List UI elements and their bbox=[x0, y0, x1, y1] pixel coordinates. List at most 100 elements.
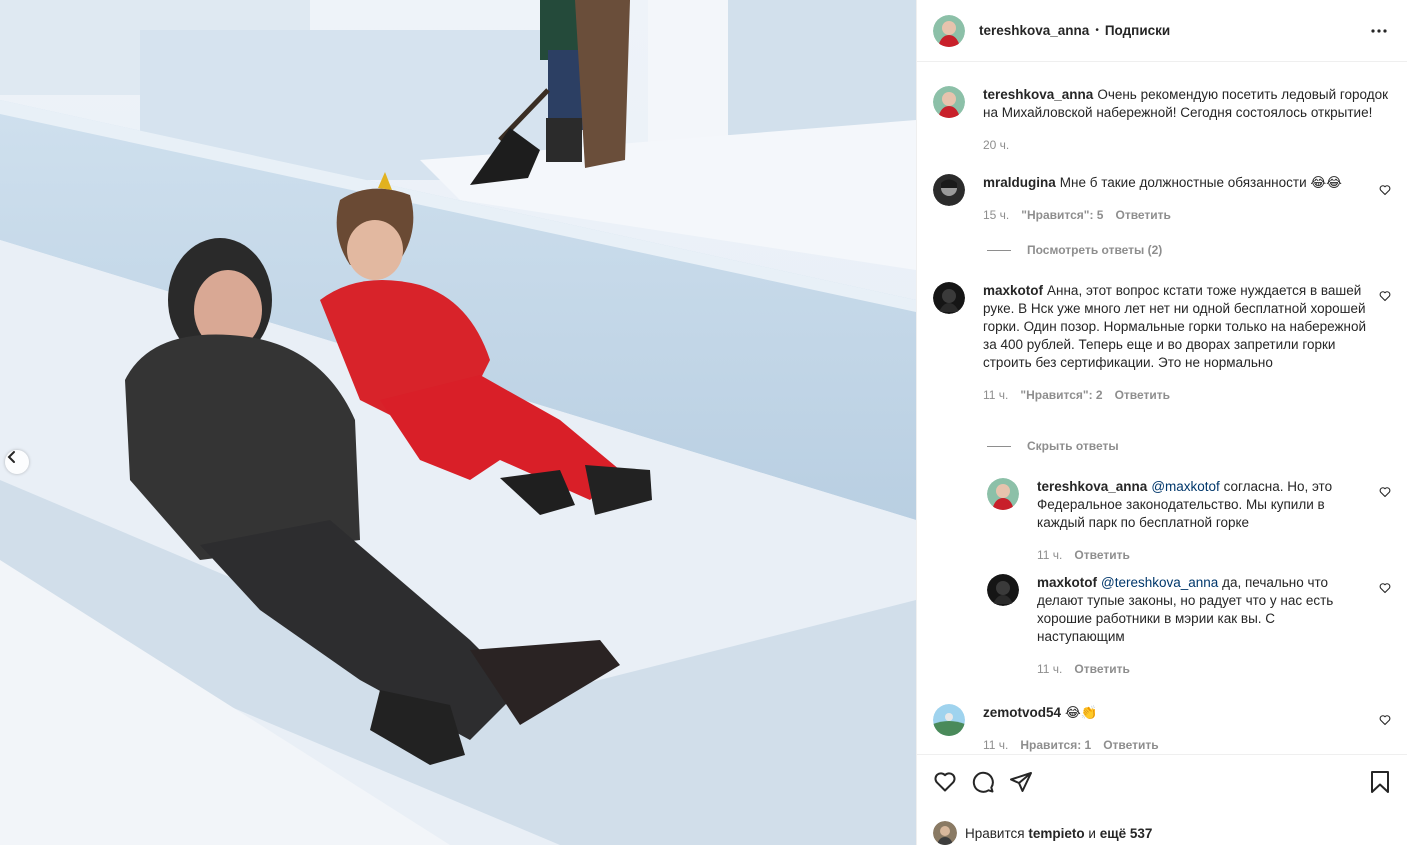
reply-time[interactable]: 11 ч. bbox=[1037, 546, 1062, 564]
reply-meta: 11 ч. Ответить bbox=[1037, 660, 1357, 678]
comment-meta: 11 ч. Нравится: 1 Ответить bbox=[983, 736, 1159, 754]
instagram-post-modal: tereshkova_anna • Подписки tereshkova_an… bbox=[0, 0, 1407, 845]
more-horizontal-icon bbox=[1371, 28, 1387, 33]
comment-body: maxkotof Анна, этот вопрос кстати тоже ну… bbox=[983, 282, 1378, 404]
following-button[interactable]: Подписки bbox=[1105, 23, 1170, 38]
comment-likes[interactable]: "Нравится": 5 bbox=[1021, 206, 1103, 224]
post-actions: Нравится tempieto и ещё 537 bbox=[917, 754, 1407, 845]
heart-icon bbox=[1379, 715, 1391, 726]
comment-item: zemotvod54 😂👏 11 ч. Нравится: 1 Ответить bbox=[933, 704, 1393, 754]
reply-item: maxkotof @tereshkova_anna да, печально чт… bbox=[987, 574, 1393, 678]
comment-likes[interactable]: Нравится: 1 bbox=[1020, 736, 1091, 754]
caption: tereshkova_anna Очень рекомендую посетить… bbox=[933, 86, 1393, 154]
paper-plane-icon bbox=[1010, 772, 1032, 792]
header-username[interactable]: tereshkova_anna bbox=[979, 23, 1089, 38]
comment-item: mraldugina Мне б такие должностные обязан… bbox=[933, 174, 1393, 224]
comment-username[interactable]: maxkotof bbox=[983, 283, 1043, 298]
comment-body: mraldugina Мне б такие должностные обязан… bbox=[983, 174, 1342, 224]
likes-count[interactable]: ещё 537 bbox=[1100, 826, 1153, 841]
reply-body: maxkotof @tereshkova_anna да, печально чт… bbox=[1037, 574, 1357, 678]
reply-button[interactable]: Ответить bbox=[1103, 736, 1158, 754]
view-replies-label: Посмотреть ответы (2) bbox=[1027, 243, 1163, 257]
comment-like-button[interactable] bbox=[1379, 290, 1391, 305]
heart-icon bbox=[934, 772, 956, 792]
reply-like-button[interactable] bbox=[1379, 582, 1391, 597]
avatar-maxkotof bbox=[933, 282, 965, 314]
header-separator: • bbox=[1095, 25, 1099, 36]
reply-item: tereshkova_anna @maxkotof согласна. Но, э… bbox=[987, 478, 1393, 564]
likes-user[interactable]: tempieto bbox=[1028, 826, 1084, 841]
like-button[interactable] bbox=[933, 770, 957, 794]
comment-time[interactable]: 11 ч. bbox=[983, 736, 1008, 754]
reply-username[interactable]: tereshkova_anna bbox=[1037, 479, 1147, 494]
comment-like-button[interactable] bbox=[1379, 714, 1391, 729]
avatar[interactable] bbox=[933, 14, 965, 47]
hide-replies-button[interactable]: Скрыть ответы bbox=[987, 439, 1119, 453]
comment-button[interactable] bbox=[971, 770, 995, 794]
avatar[interactable] bbox=[987, 574, 1019, 606]
comment-like-button[interactable] bbox=[1379, 184, 1391, 199]
thread-line bbox=[987, 249, 1011, 251]
heart-icon bbox=[1379, 583, 1391, 594]
comment-meta: 15 ч. "Нравится": 5 Ответить bbox=[983, 206, 1342, 224]
likes-conj: и bbox=[1088, 825, 1096, 841]
post-media[interactable] bbox=[0, 0, 916, 845]
caption-meta: 20 ч. bbox=[983, 136, 1393, 154]
comment-icon bbox=[972, 771, 994, 793]
avatar[interactable] bbox=[933, 174, 965, 206]
reply-button[interactable]: Ответить bbox=[1115, 386, 1170, 404]
action-row bbox=[933, 767, 1391, 797]
reply-username[interactable]: maxkotof bbox=[1037, 575, 1097, 590]
reply-body: tereshkova_anna @maxkotof согласна. Но, э… bbox=[1037, 478, 1357, 564]
reply-mention[interactable]: @maxkotof bbox=[1151, 479, 1219, 494]
avatar[interactable] bbox=[987, 478, 1019, 510]
chevron-left-icon bbox=[7, 451, 15, 463]
comment-meta: 11 ч. "Нравится": 2 Ответить bbox=[983, 386, 1378, 404]
comment-username[interactable]: mraldugina bbox=[983, 175, 1056, 190]
avatar-tereshkova-anna bbox=[987, 478, 1019, 510]
hide-replies-label: Скрыть ответы bbox=[1027, 439, 1119, 453]
media-photo bbox=[0, 0, 916, 845]
comment-time[interactable]: 11 ч. bbox=[983, 386, 1008, 404]
avatar[interactable] bbox=[933, 282, 965, 314]
comments-list[interactable]: tereshkova_anna Очень рекомендую посетить… bbox=[917, 62, 1407, 754]
bookmark-icon bbox=[1371, 771, 1389, 793]
avatar-zemotvod54 bbox=[933, 704, 965, 736]
comment-time[interactable]: 15 ч. bbox=[983, 206, 1009, 224]
reply-time[interactable]: 11 ч. bbox=[1037, 660, 1062, 678]
save-button[interactable] bbox=[1369, 770, 1391, 794]
avatar[interactable] bbox=[933, 821, 957, 845]
avatar-tempieto bbox=[933, 821, 957, 845]
caption-username[interactable]: tereshkova_anna bbox=[983, 87, 1093, 102]
comment-likes[interactable]: "Нравится": 2 bbox=[1020, 386, 1102, 404]
avatar[interactable] bbox=[933, 86, 965, 118]
view-replies-button[interactable]: Посмотреть ответы (2) bbox=[987, 243, 1162, 257]
thread-line bbox=[987, 445, 1011, 447]
heart-icon bbox=[1379, 487, 1391, 498]
more-options-button[interactable] bbox=[1367, 19, 1391, 43]
reply-button[interactable]: Ответить bbox=[1074, 546, 1129, 564]
reply-button[interactable]: Ответить bbox=[1115, 206, 1170, 224]
carousel-prev-button[interactable] bbox=[5, 450, 29, 474]
reply-like-button[interactable] bbox=[1379, 486, 1391, 501]
avatar-tereshkova-anna bbox=[933, 86, 965, 118]
reply-meta: 11 ч. Ответить bbox=[1037, 546, 1357, 564]
caption-time[interactable]: 20 ч. bbox=[983, 136, 1009, 154]
comment-username[interactable]: zemotvod54 bbox=[983, 705, 1061, 720]
heart-icon bbox=[1379, 185, 1391, 196]
reply-mention[interactable]: @tereshkova_anna bbox=[1101, 575, 1218, 590]
comment-text: Мне б такие должностные обязанности 😂😂 bbox=[1059, 175, 1342, 190]
avatar-tereshkova-anna bbox=[933, 14, 965, 47]
avatar-maxkotof bbox=[987, 574, 1019, 606]
likes-prefix: Нравится bbox=[965, 825, 1025, 841]
likes-summary: Нравится tempieto и ещё 537 bbox=[933, 821, 1391, 845]
avatar[interactable] bbox=[933, 704, 965, 736]
reply-button[interactable]: Ответить bbox=[1074, 660, 1129, 678]
comment-body: zemotvod54 😂👏 11 ч. Нравится: 1 Ответить bbox=[983, 704, 1159, 754]
post-header: tereshkova_anna • Подписки bbox=[917, 0, 1407, 62]
caption-body: tereshkova_anna Очень рекомендую посетить… bbox=[983, 86, 1393, 154]
heart-icon bbox=[1379, 291, 1391, 302]
share-button[interactable] bbox=[1009, 770, 1033, 794]
post-side-panel: tereshkova_anna • Подписки tereshkova_an… bbox=[916, 0, 1407, 845]
avatar-mraldugina bbox=[933, 174, 965, 206]
